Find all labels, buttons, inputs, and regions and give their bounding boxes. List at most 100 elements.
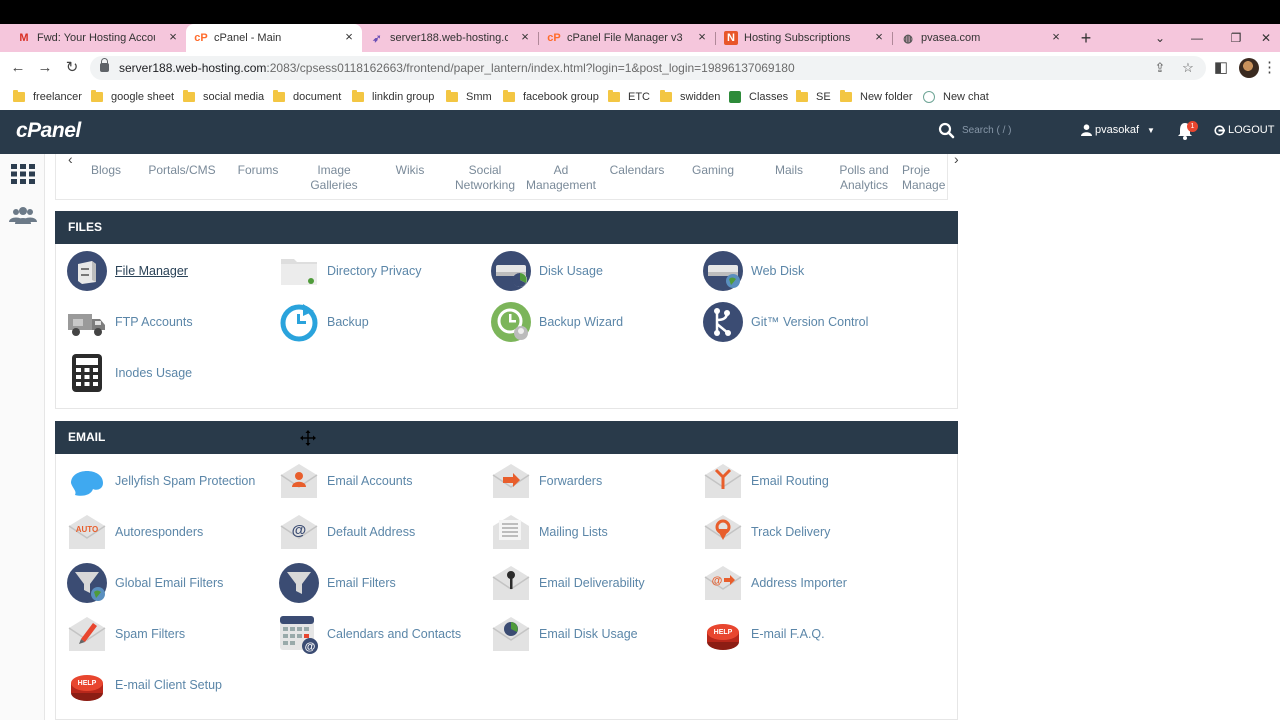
category-social-networking[interactable]: Social Networking [447,163,523,193]
email-client-setup-link[interactable]: HELP E-mail Client Setup [67,665,277,705]
profile-avatar[interactable] [1239,58,1259,78]
close-icon[interactable]: × [518,30,532,44]
global-email-filters-link[interactable]: Global Email Filters [67,563,277,603]
bookmark-classes[interactable]: Classes [729,88,788,106]
bookmark-google-sheet[interactable]: google sheet [91,88,174,106]
close-icon[interactable]: × [1049,30,1063,44]
email-deliverability-link[interactable]: Email Deliverability [491,563,701,603]
tab-server188[interactable]: ➶ server188.web-hosting.com × [362,24,538,52]
category-strip: Blogs Portals/CMS Forums Image Galleries … [55,151,959,200]
category-blogs[interactable]: Blogs [68,163,144,178]
side-panel-icon[interactable]: ◧ [1211,58,1231,78]
share-icon[interactable]: ⇪ [1150,58,1170,78]
cpanel-logo[interactable]: cPanel [16,119,81,143]
mailing-lists-link[interactable]: Mailing Lists [491,512,701,552]
folder-icon [91,90,103,102]
address-bar[interactable]: server188.web-hosting.com:2083/cpsess011… [90,56,1206,80]
tab-file-manager[interactable]: cP cPanel File Manager v3 × [539,24,715,52]
item-label: Calendars and Contacts [327,627,462,641]
user-menu[interactable]: pvasokaf ▼ [1081,124,1155,136]
tab-pvasea[interactable]: ◍ pvasea.com × [893,24,1069,52]
folder-icon [796,90,808,102]
default-address-link[interactable]: @ Default Address [279,512,489,552]
ftp-accounts-link[interactable]: FTP Accounts [67,302,277,342]
menu-kebab-icon[interactable]: ⋮ [1262,58,1277,78]
back-arrow-icon[interactable]: ← [8,58,28,78]
bookmark-swidden[interactable]: swidden [660,88,720,106]
category-label: Mails [774,163,803,177]
close-icon[interactable]: × [342,30,356,44]
bookmark-se[interactable]: SE [796,88,831,106]
autoresponders-link[interactable]: AUTO Autoresponders [67,512,277,552]
bookmark-facebook-group[interactable]: facebook group [503,88,599,106]
disk-usage-link[interactable]: Disk Usage [491,251,701,291]
svg-text:AUTO: AUTO [76,525,99,534]
reload-icon[interactable]: ↻ [62,58,82,78]
inodes-usage-link[interactable]: Inodes Usage [67,353,277,393]
email-disk-usage-link[interactable]: Email Disk Usage [491,614,701,654]
bookmark-social-media[interactable]: social media [183,88,264,106]
close-icon[interactable]: × [166,30,180,44]
search-input[interactable]: Search ( / ) [962,125,1072,136]
files-section-header[interactable]: FILES [55,211,958,244]
git-version-control-link[interactable]: Git™ Version Control [703,302,913,342]
category-portals-cms[interactable]: Portals/CMS [144,163,220,178]
close-icon[interactable]: × [695,30,709,44]
category-gaming[interactable]: Gaming [675,163,751,178]
tab-search-chevron-icon[interactable]: ⌄ [1150,28,1170,48]
category-calendars[interactable]: Calendars [599,163,675,178]
close-window-icon[interactable]: ✕ [1256,28,1276,48]
category-wikis[interactable]: Wikis [372,163,448,178]
category-label: Blogs [90,163,122,177]
logout-icon [1214,124,1225,136]
backup-link[interactable]: Backup [279,302,489,342]
category-ad-management[interactable]: Ad Management [523,163,599,193]
bookmark-new-chat[interactable]: New chat [923,88,989,106]
category-mails[interactable]: Mails [751,163,827,178]
category-image-galleries[interactable]: Image Galleries [296,163,372,193]
tab-hosting-subscriptions[interactable]: N Hosting Subscriptions × [716,24,892,52]
bookmark-freelancer[interactable]: freelancer [13,88,82,106]
home-grid-icon[interactable] [11,164,35,184]
search-icon[interactable] [938,122,956,140]
category-forums[interactable]: Forums [220,163,296,178]
minimize-icon[interactable]: — [1187,28,1207,48]
calendars-and-contacts-link[interactable]: @ Calendars and Contacts [279,614,489,654]
star-icon[interactable]: ☆ [1178,58,1198,78]
bookmark-smm[interactable]: Smm [446,88,492,106]
chevron-right-icon[interactable]: › [954,151,959,167]
category-project-management[interactable]: Proje Manage [902,163,948,193]
close-icon[interactable]: × [872,30,886,44]
category-polls-analytics[interactable]: Polls and Analytics [826,163,902,193]
tab-gmail[interactable]: M Fwd: Your Hosting Account × [0,24,186,52]
forward-arrow-icon[interactable]: → [35,58,55,78]
logout-button[interactable]: LOGOUT [1214,124,1274,136]
track-delivery-link[interactable]: Track Delivery [703,512,913,552]
jellyfish-spam-protection-link[interactable]: Jellyfish Spam Protection [67,461,277,501]
bookmark-document[interactable]: document [273,88,341,106]
maximize-icon[interactable]: ❐ [1226,28,1246,48]
item-label: Directory Privacy [327,264,422,278]
email-faq-link[interactable]: HELP E-mail F.A.Q. [703,614,913,654]
spam-filters-link[interactable]: Spam Filters [67,614,277,654]
users-icon[interactable] [8,206,38,226]
chevron-left-icon[interactable]: ‹ [68,151,73,167]
backup-wizard-link[interactable]: Backup Wizard [491,302,701,342]
email-filters-link[interactable]: Email Filters [279,563,489,603]
bookmark-label: google sheet [111,91,174,103]
folder-icon [608,90,620,102]
web-disk-link[interactable]: Web Disk [703,251,913,291]
directory-privacy-link[interactable]: Directory Privacy [279,251,489,291]
bookmark-linkdin-group[interactable]: linkdin group [352,88,434,106]
email-section-header[interactable]: EMAIL [55,421,958,454]
email-routing-link[interactable]: Email Routing [703,461,913,501]
bookmark-new-folder[interactable]: New folder [840,88,913,106]
email-accounts-link[interactable]: Email Accounts [279,461,489,501]
new-tab-button[interactable]: + [1076,28,1096,48]
file-manager-link[interactable]: File Manager [67,251,277,291]
tab-cpanel-main[interactable]: cP cPanel - Main × [186,24,362,52]
address-importer-link[interactable]: @ Address Importer [703,563,913,603]
category-label: Portals/CMS [148,163,216,177]
forwarders-link[interactable]: Forwarders [491,461,701,501]
bookmark-etc[interactable]: ETC [608,88,650,106]
